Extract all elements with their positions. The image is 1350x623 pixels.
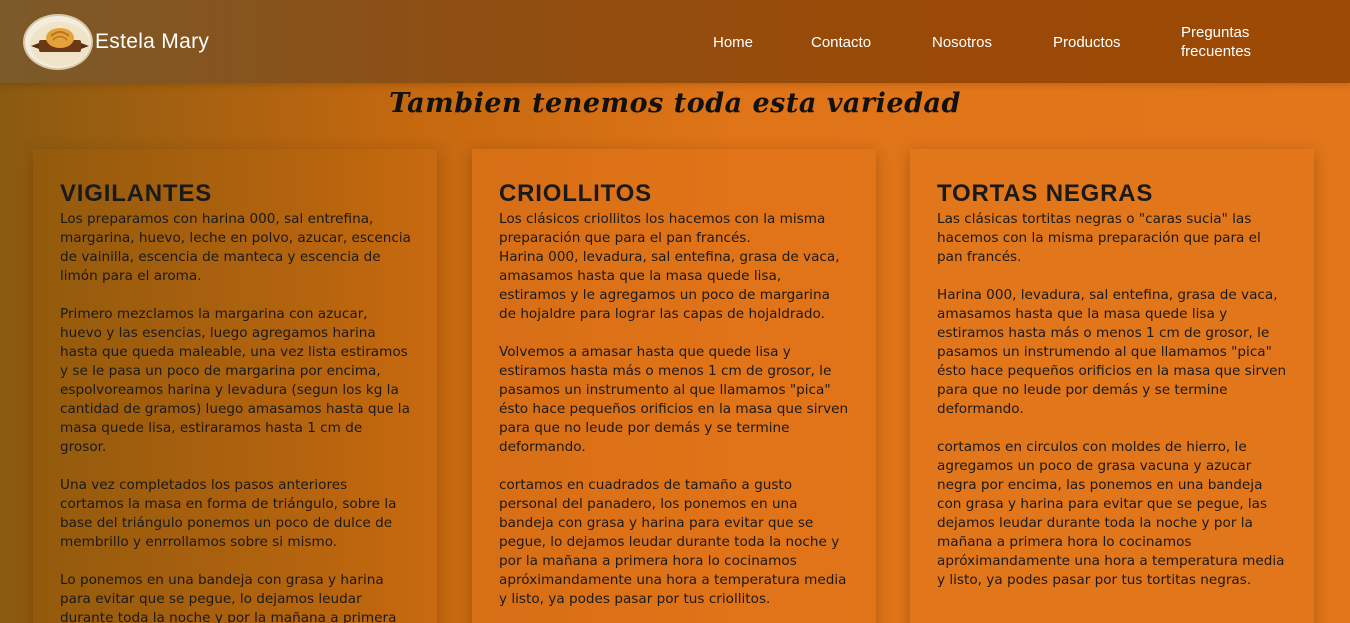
nav-nosotros-link[interactable]: Nosotros — [932, 33, 992, 52]
card-title: CRIOLLITOS — [499, 180, 652, 207]
nav-faq-link[interactable]: Preguntas frecuentes — [1181, 23, 1281, 61]
card-title: TORTAS NEGRAS — [937, 180, 1154, 207]
product-card-tortas-negras: TORTAS NEGRAS Las clásicas tortitas negr… — [910, 149, 1314, 623]
card-description: Los preparamos con harina 000, sal entre… — [60, 210, 411, 623]
card-paragraph: Los preparamos con harina 000, sal entre… — [60, 211, 411, 284]
card-description: Los clásicos criollitos los hacemos con … — [499, 210, 850, 609]
card-description: Las clásicas tortitas negras o "caras su… — [937, 210, 1288, 590]
card-paragraph: Las clásicas tortitas negras o "caras su… — [937, 211, 1261, 265]
card-paragraph: Lo ponemos en una bandeja con grasa y ha… — [60, 572, 397, 623]
card-paragraph: Harina 000, levadura, sal entefina, gras… — [937, 287, 1287, 417]
card-paragraph: Los clásicos criollitos los hacemos con … — [499, 211, 840, 322]
card-paragraph: cortamos en cuadrados de tamaño a gusto … — [499, 477, 847, 607]
nav-home-link[interactable]: Home — [713, 33, 753, 52]
nav-menu: Home Contacto Nosotros Productos Pregunt… — [0, 0, 1350, 83]
navbar: Estela Mary Home Contacto Nosotros Produ… — [0, 0, 1350, 83]
card-paragraph: Volvemos a amasar hasta que quede lisa y… — [499, 344, 849, 455]
nav-contacto-link[interactable]: Contacto — [811, 33, 871, 52]
nav-productos-link[interactable]: Productos — [1053, 33, 1121, 52]
card-paragraph: Una vez completados los pasos anteriores… — [60, 477, 397, 550]
card-paragraph: Primero mezclamos la margarina con azuca… — [60, 306, 410, 455]
card-paragraph: cortamos en circulos con moldes de hierr… — [937, 439, 1285, 588]
product-card-criollitos: CRIOLLITOS Los clásicos criollitos los h… — [472, 149, 876, 623]
product-card-vigilantes: VIGILANTES Los preparamos con harina 000… — [33, 149, 437, 623]
section-title: Tambien tenemos toda esta variedad — [389, 88, 961, 119]
card-title: VIGILANTES — [60, 180, 213, 207]
